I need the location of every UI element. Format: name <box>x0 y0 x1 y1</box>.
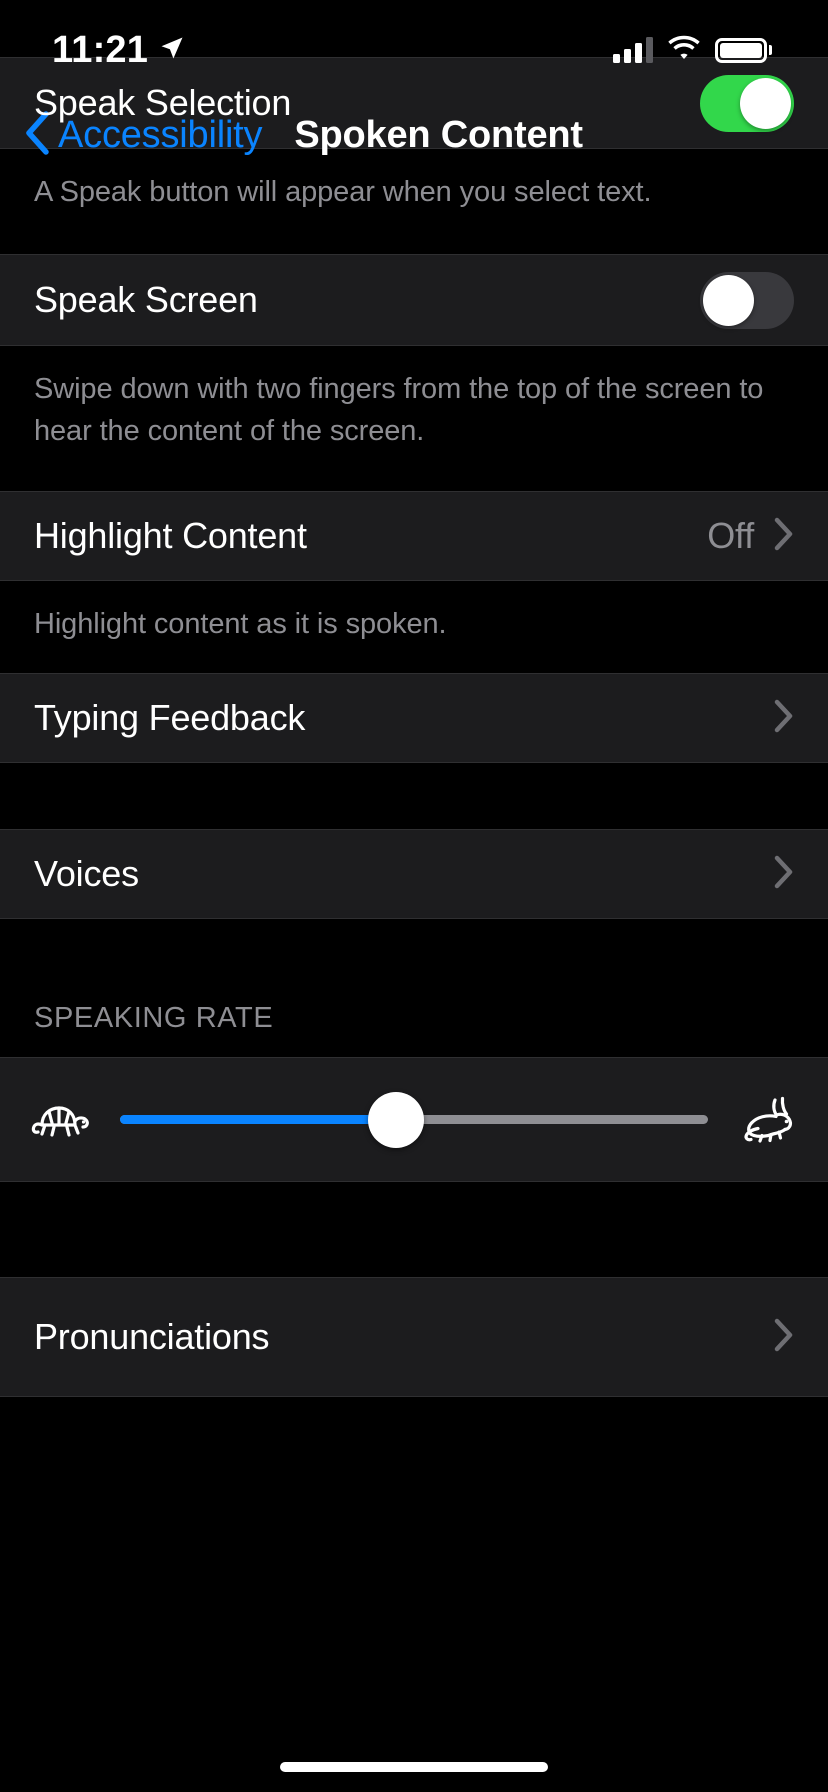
chevron-right-icon <box>774 699 794 738</box>
hare-icon <box>732 1092 802 1148</box>
typing-feedback-group: Typing Feedback <box>0 673 828 763</box>
chevron-right-icon <box>774 517 794 556</box>
speak-selection-row[interactable]: Speak Selection <box>0 58 828 148</box>
chevron-right-icon <box>774 1318 794 1357</box>
voices-label: Voices <box>34 853 139 894</box>
speaking-rate-group <box>0 1057 828 1182</box>
speaking-rate-section-header: SPEAKING RATE <box>0 919 828 1057</box>
pronunciations-group: Pronunciations <box>0 1277 828 1397</box>
spoken-content-settings-screen: 11:21 Accessibility Spoken Content Speak… <box>0 0 828 1792</box>
speak-screen-label: Speak Screen <box>34 279 258 320</box>
speak-screen-footer: Swipe down with two fingers from the top… <box>0 346 828 491</box>
highlight-content-value: Off <box>707 515 754 556</box>
typing-feedback-label: Typing Feedback <box>34 697 306 738</box>
chevron-right-icon <box>774 855 794 894</box>
pronunciations-label: Pronunciations <box>34 1316 270 1357</box>
slider-thumb[interactable] <box>368 1091 425 1148</box>
highlight-content-footer: Highlight content as it is spoken. <box>0 581 828 673</box>
speak-screen-row[interactable]: Speak Screen <box>0 255 828 345</box>
speaking-rate-row <box>0 1058 828 1181</box>
typing-feedback-row[interactable]: Typing Feedback <box>0 674 828 762</box>
home-indicator <box>280 1762 548 1772</box>
speak-selection-toggle[interactable] <box>700 74 794 132</box>
speak-selection-label: Speak Selection <box>34 82 292 123</box>
highlight-content-label: Highlight Content <box>34 515 307 556</box>
highlight-content-row[interactable]: Highlight Content Off <box>0 492 828 580</box>
typing-voices-gap <box>0 763 828 829</box>
voices-row[interactable]: Voices <box>0 830 828 918</box>
speaking-rate-slider[interactable] <box>120 1090 708 1150</box>
slider-fill <box>120 1115 397 1124</box>
slider-pronunciations-gap <box>0 1182 828 1277</box>
voices-group: Voices <box>0 829 828 919</box>
pronunciations-row[interactable]: Pronunciations <box>0 1278 828 1396</box>
highlight-content-group: Highlight Content Off <box>0 491 828 581</box>
highlight-content-accessory: Off <box>707 517 794 556</box>
speak-screen-group: Speak Screen <box>0 254 828 346</box>
speak-screen-toggle[interactable] <box>700 271 794 329</box>
tortoise-icon <box>26 1097 96 1143</box>
speak-selection-group: Speak Selection <box>0 57 828 149</box>
